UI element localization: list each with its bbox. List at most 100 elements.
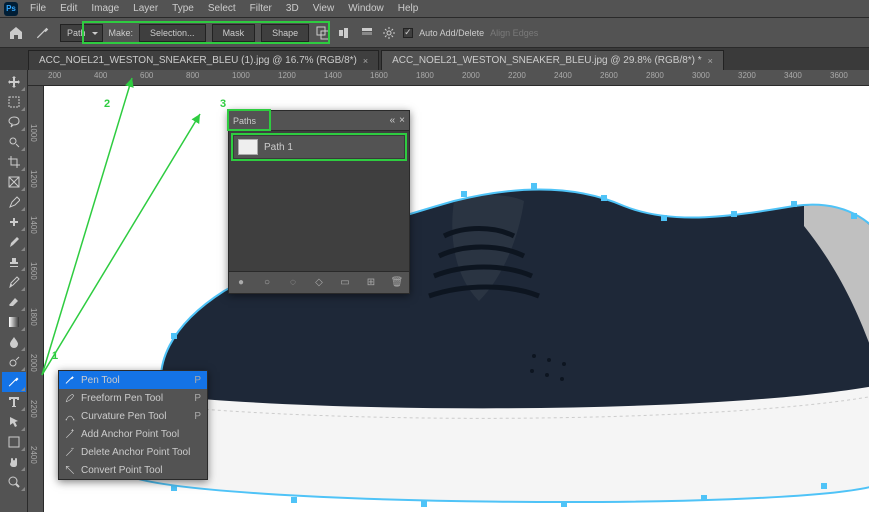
menu-image[interactable]: Image bbox=[85, 1, 125, 16]
panel-title: Paths bbox=[233, 116, 256, 126]
workspace: 200 400 600 800 1000 1200 1400 1600 1800… bbox=[0, 70, 869, 512]
fill-path-icon[interactable]: ● bbox=[234, 276, 248, 290]
lasso-tool[interactable] bbox=[2, 112, 26, 132]
flyout-item-curvature[interactable]: Curvature Pen Tool P bbox=[59, 407, 207, 425]
menu-window[interactable]: Window bbox=[342, 1, 390, 16]
ruler-tick: 2400 bbox=[29, 446, 38, 464]
paths-panel[interactable]: Paths «× Path 1 ● ○ ◌ ◇ ▭ ⊞ 🗑 bbox=[228, 110, 410, 294]
flyout-item-pen[interactable]: Pen Tool P bbox=[59, 371, 207, 389]
ruler-tick: 2200 bbox=[29, 400, 38, 418]
crop-tool[interactable] bbox=[2, 152, 26, 172]
ruler-tick: 3000 bbox=[692, 71, 710, 80]
menubar: Ps File Edit Image Layer Type Select Fil… bbox=[0, 0, 869, 18]
mask-button[interactable]: Mask bbox=[212, 24, 256, 42]
pen-tool-icon bbox=[32, 22, 54, 44]
dodge-tool[interactable] bbox=[2, 352, 26, 372]
make-workpath-icon[interactable]: ◇ bbox=[312, 276, 326, 290]
ruler-tick: 200 bbox=[48, 71, 61, 80]
make-label: Make: bbox=[109, 28, 134, 38]
flyout-item-delete-anchor[interactable]: Delete Anchor Point Tool bbox=[59, 443, 207, 461]
path-select-tool[interactable] bbox=[2, 412, 26, 432]
ruler-tick: 1400 bbox=[324, 71, 342, 80]
flyout-item-freeform[interactable]: Freeform Pen Tool P bbox=[59, 389, 207, 407]
ruler-tick: 2800 bbox=[646, 71, 664, 80]
auto-add-delete-checkbox[interactable] bbox=[403, 28, 413, 38]
frame-tool[interactable] bbox=[2, 172, 26, 192]
pen-tool[interactable] bbox=[2, 372, 26, 392]
ruler-tick: 2000 bbox=[29, 354, 38, 372]
annotation-number-2: 2 bbox=[104, 98, 110, 110]
menu-3d[interactable]: 3D bbox=[280, 1, 305, 16]
panel-close-icon[interactable]: × bbox=[399, 115, 405, 126]
ruler-tick: 1600 bbox=[370, 71, 388, 80]
close-icon[interactable]: × bbox=[708, 56, 713, 66]
move-tool[interactable] bbox=[2, 72, 26, 92]
new-path-icon[interactable]: ⊞ bbox=[364, 276, 378, 290]
zoom-tool[interactable] bbox=[2, 472, 26, 492]
panel-collapse-icon[interactable]: « bbox=[390, 115, 396, 126]
ruler-tick: 1000 bbox=[232, 71, 250, 80]
ruler-tick: 3400 bbox=[784, 71, 802, 80]
selection-button[interactable]: Selection... bbox=[139, 24, 206, 42]
close-icon[interactable]: × bbox=[363, 56, 368, 66]
delete-path-icon[interactable]: 🗑 bbox=[390, 276, 404, 290]
load-selection-icon[interactable]: ◌ bbox=[286, 276, 300, 290]
path-row[interactable]: Path 1 bbox=[233, 135, 405, 159]
flyout-label: Freeform Pen Tool bbox=[81, 393, 163, 404]
flyout-label: Add Anchor Point Tool bbox=[81, 429, 179, 440]
ruler-tick: 1400 bbox=[29, 216, 38, 234]
menu-file[interactable]: File bbox=[24, 1, 52, 16]
shape-button[interactable]: Shape bbox=[261, 24, 309, 42]
path-align-icon[interactable] bbox=[337, 25, 353, 41]
ruler-tick: 400 bbox=[94, 71, 107, 80]
type-tool[interactable] bbox=[2, 392, 26, 412]
path-ops-icon[interactable] bbox=[315, 25, 331, 41]
tab-doc-2[interactable]: ACC_NOEL21_WESTON_SNEAKER_BLEU.jpg @ 29.… bbox=[381, 50, 724, 70]
flyout-shortcut: P bbox=[194, 393, 201, 404]
menu-type[interactable]: Type bbox=[166, 1, 200, 16]
ruler-vertical: 1000 1200 1400 1600 1800 2000 2200 2400 bbox=[28, 86, 44, 512]
ruler-tick: 2400 bbox=[554, 71, 572, 80]
annotation-number-1: 1 bbox=[52, 350, 58, 362]
flyout-item-convert[interactable]: Convert Point Tool bbox=[59, 461, 207, 479]
flyout-label: Delete Anchor Point Tool bbox=[81, 447, 190, 458]
healing-tool[interactable] bbox=[2, 212, 26, 232]
tab-doc-1[interactable]: ACC_NOEL21_WESTON_SNEAKER_BLEU (1).jpg @… bbox=[28, 50, 379, 70]
brush-tool[interactable] bbox=[2, 232, 26, 252]
menu-select[interactable]: Select bbox=[202, 1, 242, 16]
flyout-item-add-anchor[interactable]: Add Anchor Point Tool bbox=[59, 425, 207, 443]
marquee-tool[interactable] bbox=[2, 92, 26, 112]
menu-layer[interactable]: Layer bbox=[127, 1, 164, 16]
options-bar: Path Make: Selection... Mask Shape Auto … bbox=[0, 18, 869, 48]
ruler-tick: 800 bbox=[186, 71, 199, 80]
blur-tool[interactable] bbox=[2, 332, 26, 352]
home-icon[interactable] bbox=[6, 23, 26, 43]
add-mask-icon[interactable]: ▭ bbox=[338, 276, 352, 290]
ruler-tick: 2600 bbox=[600, 71, 618, 80]
stamp-tool[interactable] bbox=[2, 252, 26, 272]
ruler-tick: 1200 bbox=[278, 71, 296, 80]
shape-tool[interactable] bbox=[2, 432, 26, 452]
menu-help[interactable]: Help bbox=[392, 1, 425, 16]
flyout-shortcut: P bbox=[194, 375, 201, 386]
ruler-tick: 3600 bbox=[830, 71, 848, 80]
align-edges-label: Align Edges bbox=[490, 28, 538, 38]
eyedropper-tool[interactable] bbox=[2, 192, 26, 212]
mode-dropdown[interactable]: Path bbox=[60, 24, 103, 42]
eraser-tool[interactable] bbox=[2, 292, 26, 312]
panel-header[interactable]: Paths «× bbox=[229, 111, 409, 131]
history-brush-tool[interactable] bbox=[2, 272, 26, 292]
ruler-tick: 1800 bbox=[29, 308, 38, 326]
menu-edit[interactable]: Edit bbox=[54, 1, 83, 16]
menu-view[interactable]: View bbox=[307, 1, 341, 16]
hand-tool[interactable] bbox=[2, 452, 26, 472]
stroke-path-icon[interactable]: ○ bbox=[260, 276, 274, 290]
document-tabs: ACC_NOEL21_WESTON_SNEAKER_BLEU (1).jpg @… bbox=[0, 48, 869, 70]
quick-select-tool[interactable] bbox=[2, 132, 26, 152]
gear-icon[interactable] bbox=[381, 25, 397, 41]
path-arrange-icon[interactable] bbox=[359, 25, 375, 41]
menu-filter[interactable]: Filter bbox=[244, 1, 278, 16]
path-name: Path 1 bbox=[264, 142, 293, 153]
gradient-tool[interactable] bbox=[2, 312, 26, 332]
panel-footer: ● ○ ◌ ◇ ▭ ⊞ 🗑 bbox=[229, 271, 409, 293]
